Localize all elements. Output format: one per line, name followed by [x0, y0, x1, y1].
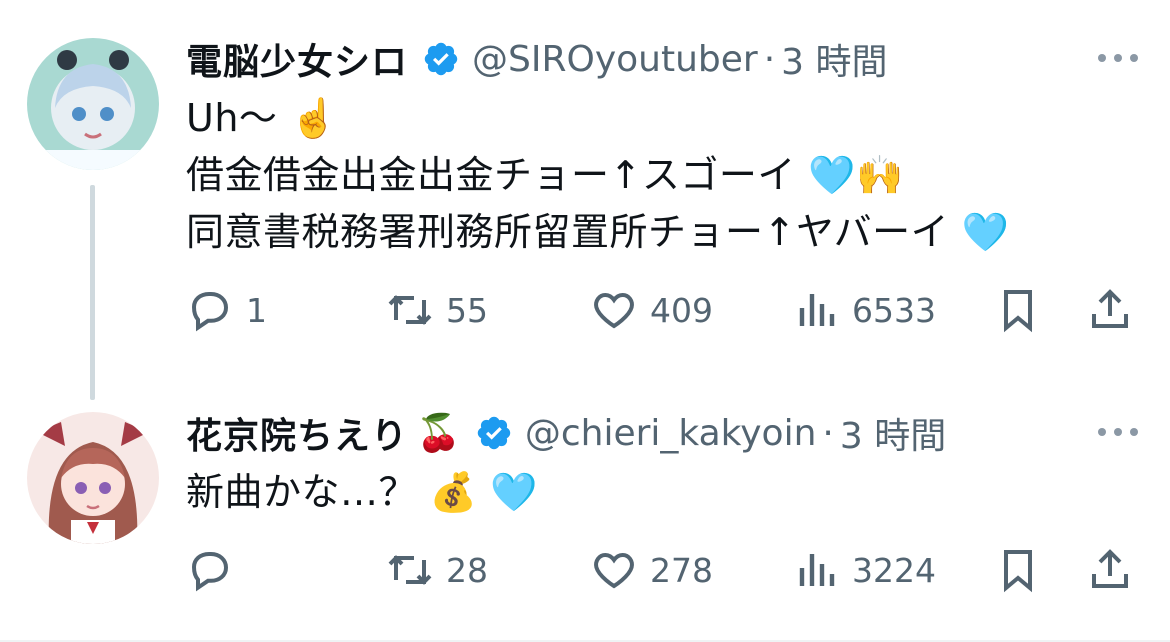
heart-icon [594, 292, 634, 329]
share-icon [1092, 549, 1128, 588]
author-handle[interactable]: @SIROyoutuber [472, 39, 758, 80]
tweet-text: Uh〜 ☝️ 借金借金出金出金チョー↑スゴーイ 🩵🙌 同意書税務署刑務所留置所チョー… [186, 90, 1009, 261]
tweet-header: 電脳少女シロ @SIROyoutuber · 3 時間 [186, 34, 888, 84]
tweet-line: 借金借金出金出金チョー↑スゴーイ 🩵🙌 [186, 153, 905, 197]
tweet-line: Uh〜 ☝️ [186, 96, 338, 140]
views-button[interactable]: 6533 [792, 282, 936, 338]
tweet-header: 花京院ちえり 🍒 @chieri_kakyoin · 3 時間 [186, 408, 946, 458]
reply-icon [191, 292, 229, 332]
cherry-emoji: 🍒 [416, 413, 461, 454]
avatar[interactable] [27, 412, 159, 544]
share-button[interactable] [1086, 542, 1134, 598]
reply-count: 1 [246, 290, 267, 330]
views-button[interactable]: 3224 [792, 542, 936, 598]
views-bar-chart-icon [799, 294, 835, 326]
views-bar-chart-icon [799, 554, 835, 586]
author-name[interactable]: 電脳少女シロ [186, 33, 408, 85]
reply-button[interactable]: 1 [186, 282, 267, 338]
retweet-count: 55 [446, 290, 488, 330]
more-dots-icon[interactable] [1094, 48, 1142, 68]
retweet-icon [388, 295, 432, 325]
retweet-button[interactable]: 55 [386, 282, 488, 338]
share-icon [1092, 289, 1128, 328]
author-name[interactable]: 花京院ちえり [186, 407, 408, 459]
views-count: 6533 [852, 290, 936, 330]
verified-badge-icon [477, 416, 511, 450]
tweet-1[interactable]: 電脳少女シロ @SIROyoutuber · 3 時間 Uh〜 ☝️ 借金借金出金… [0, 0, 1170, 400]
like-count: 409 [650, 290, 713, 330]
bookmark-icon [1004, 550, 1032, 593]
like-button[interactable]: 278 [590, 542, 713, 598]
retweet-button[interactable]: 28 [386, 542, 488, 598]
action-bar: 1 55 409 6533 [186, 282, 1142, 338]
reply-icon [191, 552, 229, 592]
author-handle[interactable]: @chieri_kakyoin [525, 413, 817, 454]
timestamp[interactable]: 3 時間 [781, 33, 887, 85]
tweet-line: 新曲かな…？ 💰 🩵 [186, 470, 538, 514]
like-count: 278 [650, 550, 713, 590]
timestamp[interactable]: 3 時間 [840, 407, 946, 459]
separator-dot: · [822, 412, 834, 454]
avatar-image [27, 38, 159, 170]
heart-icon [594, 552, 634, 589]
views-count: 3224 [852, 550, 936, 590]
bookmark-icon [1004, 290, 1032, 333]
reply-button[interactable] [186, 542, 246, 598]
more-dots-icon[interactable] [1094, 422, 1142, 442]
thread-line [90, 185, 95, 400]
separator-dot: · [763, 38, 776, 80]
share-button[interactable] [1086, 282, 1134, 338]
avatar[interactable] [27, 38, 159, 170]
like-button[interactable]: 409 [590, 282, 713, 338]
action-bar: 28 278 3224 [186, 542, 1142, 598]
tweet-text: 新曲かな…？ 💰 🩵 [186, 464, 538, 521]
bookmark-button[interactable] [994, 542, 1042, 598]
tweet-2[interactable]: 花京院ちえり 🍒 @chieri_kakyoin · 3 時間 新曲かな…？ 💰… [0, 400, 1170, 640]
tweet-line: 同意書税務署刑務所留置所チョー↑ヤバーイ 🩵 [186, 210, 1010, 254]
avatar-image [27, 412, 159, 544]
retweet-count: 28 [446, 550, 488, 590]
bookmark-button[interactable] [994, 282, 1042, 338]
retweet-icon [388, 555, 432, 585]
verified-badge-icon [424, 42, 458, 76]
